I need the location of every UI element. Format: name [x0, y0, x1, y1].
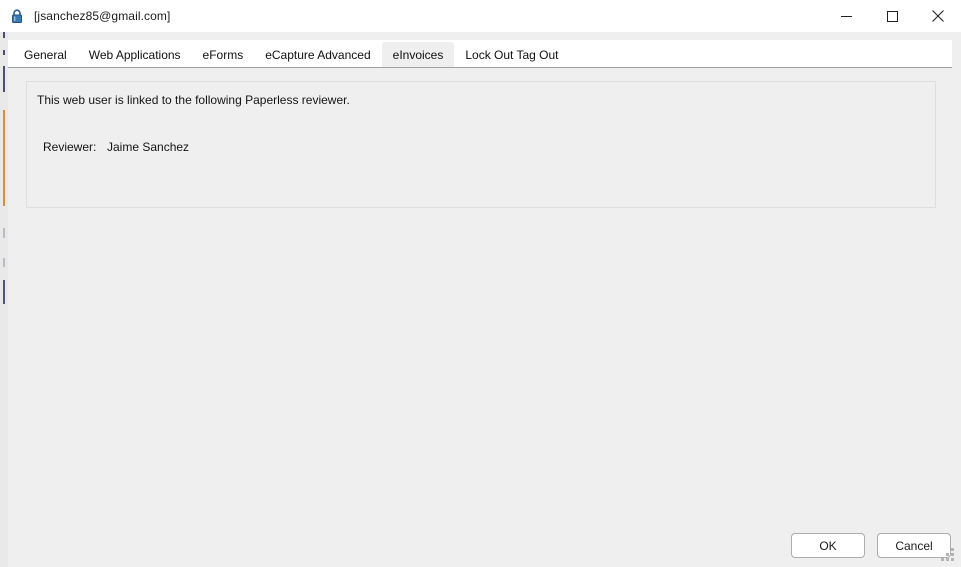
dialog-window: [jsanchez85@gmail.com] General Web Appli… [0, 0, 961, 567]
tab-strip: General Web Applications eForms eCapture… [8, 40, 952, 68]
strip-segment-gray-b [3, 258, 5, 267]
strip-segment-gray-a [3, 228, 5, 238]
strip-segment-slate-long [3, 66, 5, 92]
reviewer-value: Jaime Sanchez [107, 140, 190, 154]
tab-einvoices[interactable]: eInvoices [381, 42, 455, 67]
strip-segment-orange [3, 110, 5, 206]
tab-eforms[interactable]: eForms [192, 42, 255, 67]
reviewer-label: Reviewer: [43, 140, 97, 154]
maximize-icon[interactable] [869, 0, 915, 32]
strip-segment-slate-low [3, 280, 5, 304]
cancel-button[interactable]: Cancel [877, 533, 951, 558]
tab-general[interactable]: General [13, 42, 78, 67]
strip-segment-slate-top [3, 32, 5, 38]
minimize-icon[interactable] [823, 0, 869, 32]
tab-ecapture-advanced[interactable]: eCapture Advanced [254, 42, 381, 67]
ok-button[interactable]: OK [791, 533, 865, 558]
close-icon[interactable] [915, 0, 961, 32]
panel-description: This web user is linked to the following… [37, 93, 350, 107]
strip-segment-slate-mid [3, 50, 5, 55]
tab-web-applications[interactable]: Web Applications [78, 42, 192, 67]
lock-icon [9, 8, 25, 24]
reviewer-panel: This web user is linked to the following… [26, 81, 936, 208]
tab-lock-out-tag-out[interactable]: Lock Out Tag Out [454, 42, 569, 67]
title-bar: [jsanchez85@gmail.com] [0, 0, 961, 32]
window-controls [823, 0, 961, 32]
background-window-strip [0, 32, 8, 567]
resize-grip[interactable] [941, 548, 955, 562]
window-title: [jsanchez85@gmail.com] [34, 9, 171, 23]
